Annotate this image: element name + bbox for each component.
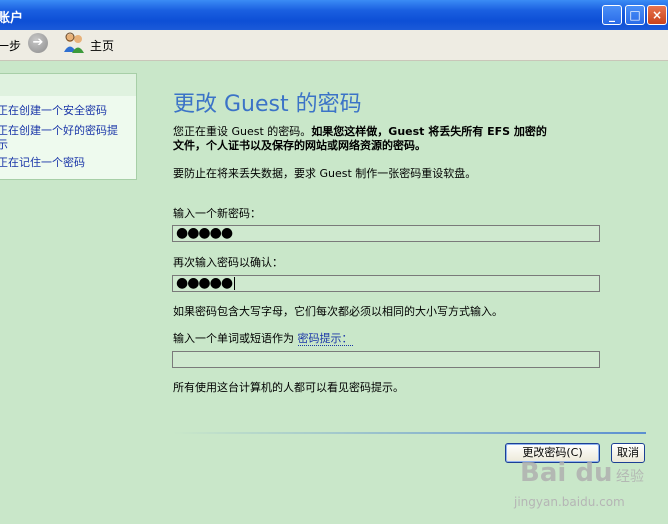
panel-header xyxy=(0,74,136,96)
intro-warning-2: 文件，个人证书以及保存的网站或网络资源的密码。 xyxy=(173,139,426,152)
confirm-password-label: 再次输入密码以确认： xyxy=(173,256,283,269)
forward-arrow-icon[interactable]: ➔ xyxy=(28,33,48,53)
back-button-label[interactable]: 一步 xyxy=(0,37,21,54)
new-password-input[interactable]: ●●●●● xyxy=(172,225,600,242)
divider xyxy=(173,432,646,434)
intro-text: 您正在重设 Guest 的密码。如果您这样做，Guest 将丢失所有 EFS 加… xyxy=(173,125,547,139)
reset-disk-note: 要防止在将来丢失数据，要求 Guest 制作一张密码重设软盘。 xyxy=(173,167,477,180)
minimize-button[interactable]: _ xyxy=(602,5,622,25)
baidu-logo: Bai du xyxy=(520,458,613,488)
case-sensitivity-note: 如果密码包含大写字母，它们每次都必须以相同的大小写方式输入。 xyxy=(173,305,503,318)
intro-normal: 您正在重设 Guest 的密码。 xyxy=(173,125,312,138)
password-hint-input[interactable] xyxy=(172,351,600,368)
password-hint-link[interactable]: 密码提示： xyxy=(297,332,353,346)
new-password-label: 输入一个新密码： xyxy=(173,207,261,220)
window-title: 账户 xyxy=(0,11,24,26)
new-password-value: ●●●●● xyxy=(176,225,233,241)
maximize-button[interactable]: □ xyxy=(625,5,645,25)
confirm-password-input[interactable]: ●●●●● xyxy=(172,275,600,292)
link-create-secure-password[interactable]: 正在创建一个安全密码 xyxy=(0,104,107,118)
baidu-watermark: Bai du 经验 xyxy=(520,458,644,488)
watermark-url: jingyan.baidu.com xyxy=(514,495,625,509)
link-create-good-hint-cont[interactable]: 示 xyxy=(0,138,8,152)
confirm-password-value: ●●●●● xyxy=(176,276,236,291)
users-home-icon[interactable] xyxy=(62,32,86,54)
close-button[interactable]: × xyxy=(647,5,667,25)
watermark-text: 经验 xyxy=(615,469,644,485)
page-title: 更改 Guest 的密码 xyxy=(173,92,362,117)
text-caret xyxy=(234,276,236,290)
hint-visibility-note: 所有使用这台计算机的人都可以看见密码提示。 xyxy=(173,381,404,394)
hint-label: 输入一个单词或短语作为 密码提示： xyxy=(173,332,353,346)
intro-warning-1: 如果您这样做，Guest 将丢失所有 EFS 加密的 xyxy=(311,125,547,138)
hint-label-prefix: 输入一个单词或短语作为 xyxy=(173,332,294,345)
home-button-label[interactable]: 主页 xyxy=(90,37,114,54)
title-bar: 账户 _ □ × xyxy=(0,0,668,30)
link-remember-password[interactable]: 正在记住一个密码 xyxy=(0,156,85,170)
link-create-good-hint[interactable]: 正在创建一个好的密码提 xyxy=(0,124,118,138)
